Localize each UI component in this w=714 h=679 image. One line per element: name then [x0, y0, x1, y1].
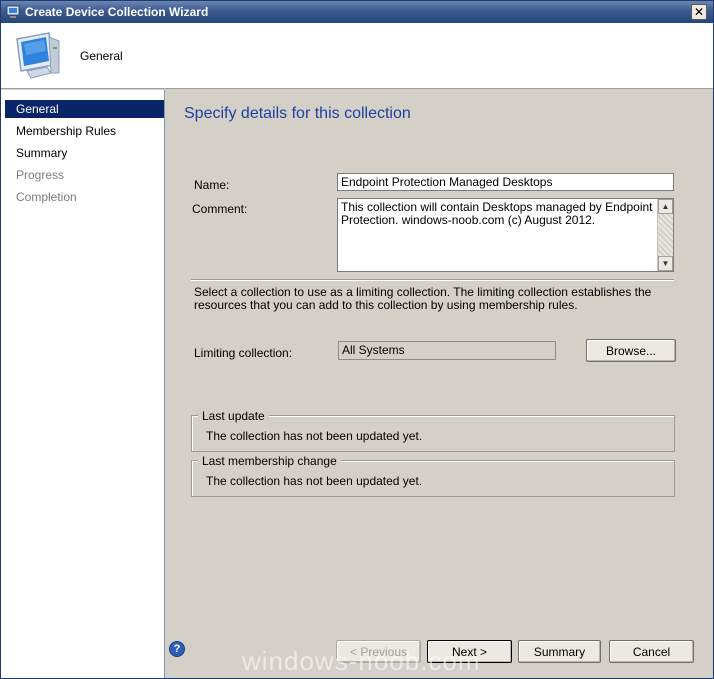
wizard-window: Create Device Collection Wizard ✕ Genera…: [0, 0, 714, 679]
cancel-button[interactable]: Cancel: [609, 640, 694, 663]
last-update-text: The collection has not been updated yet.: [206, 429, 423, 443]
nav-item-completion: Completion: [16, 190, 77, 204]
close-button[interactable]: ✕: [691, 4, 707, 20]
scroll-down-arrow-icon[interactable]: ▼: [658, 256, 673, 271]
nav-item-progress: Progress: [16, 168, 65, 182]
comment-scrollbar[interactable]: ▲ ▼: [657, 199, 673, 271]
summary-button[interactable]: Summary: [518, 640, 601, 663]
wizard-nav: General Membership Rules Summary Progres…: [1, 90, 165, 678]
section-divider: [191, 279, 674, 281]
last-membership-change-text: The collection has not been updated yet.: [206, 474, 423, 488]
help-icon[interactable]: ?: [169, 641, 185, 657]
last-membership-change-group: Last membership change The collection ha…: [191, 454, 675, 497]
name-label: Name:: [194, 178, 230, 192]
limiting-collection-field: All Systems: [338, 341, 556, 360]
last-update-group: Last update The collection has not been …: [191, 409, 675, 452]
last-update-legend: Last update: [198, 409, 269, 423]
header-banner: General: [1, 23, 713, 89]
previous-button: < Previous: [336, 640, 421, 663]
last-membership-change-legend: Last membership change: [198, 454, 341, 468]
wizard-content: Specify details for this collection Name…: [166, 90, 713, 678]
limiting-description: Select a collection to use as a limiting…: [194, 285, 652, 312]
header-title: General: [80, 49, 123, 63]
nav-item-membership-rules[interactable]: Membership Rules: [5, 122, 164, 140]
comment-textarea[interactable]: This collection will contain Desktops ma…: [337, 198, 674, 272]
page-title: Specify details for this collection: [184, 105, 411, 122]
window-title: Create Device Collection Wizard: [25, 5, 209, 19]
wizard-app-icon: [6, 5, 20, 18]
limiting-collection-label: Limiting collection:: [194, 346, 293, 360]
name-input[interactable]: Endpoint Protection Managed Desktops: [337, 173, 674, 191]
browse-button[interactable]: Browse...: [586, 339, 676, 362]
computer-monitor-icon: [16, 32, 60, 79]
scroll-up-arrow-icon[interactable]: ▲: [658, 199, 673, 214]
nav-item-summary[interactable]: Summary: [5, 144, 164, 162]
comment-label: Comment:: [192, 202, 248, 216]
title-bar[interactable]: Create Device Collection Wizard ✕: [1, 1, 713, 23]
close-icon: ✕: [693, 5, 705, 19]
next-button[interactable]: Next >: [427, 640, 512, 663]
nav-item-general[interactable]: General: [5, 100, 164, 118]
comment-text: This collection will contain Desktops ma…: [341, 200, 653, 227]
